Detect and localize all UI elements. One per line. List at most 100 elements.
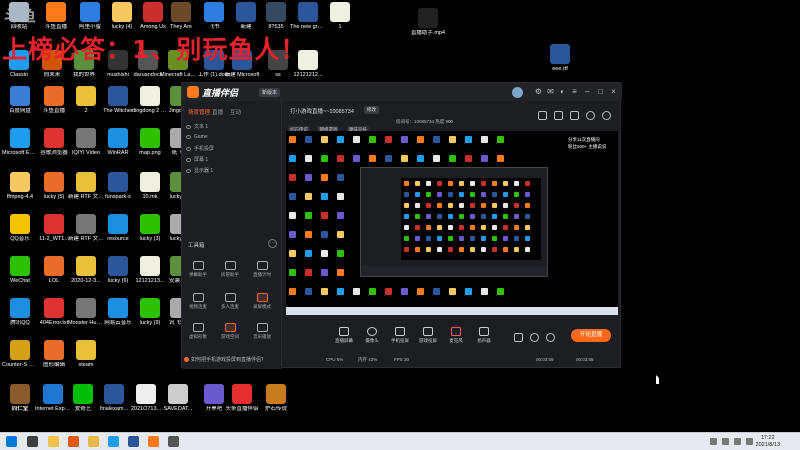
eye-icon[interactable] bbox=[186, 124, 191, 129]
settings-icon[interactable]: ⚙ bbox=[534, 87, 543, 96]
desktop-icon[interactable]: 阿里小蜜 bbox=[72, 2, 108, 31]
desktop-icon[interactable]: 飞书 bbox=[196, 2, 232, 31]
tool-danmaku[interactable]: 弹幕助手 bbox=[184, 261, 212, 278]
office-icon[interactable] bbox=[68, 436, 79, 447]
skin-icon[interactable]: ◐ bbox=[558, 87, 567, 96]
camera-button[interactable]: 摄像头 bbox=[360, 327, 384, 344]
eye-icon[interactable] bbox=[186, 157, 191, 162]
menu-icon[interactable]: ≡ bbox=[570, 87, 579, 96]
desktop-icon[interactable]: Monster Hunter... bbox=[68, 298, 104, 327]
layout-icon[interactable] bbox=[514, 333, 523, 342]
desktop-icon[interactable]: resource bbox=[100, 214, 136, 243]
ime-icon[interactable] bbox=[746, 438, 753, 445]
desktop-icon[interactable]: lucky (5) bbox=[36, 172, 72, 201]
desktop-icon[interactable]: 炉石传说 bbox=[258, 384, 294, 413]
desktop-icon[interactable]: 8?535 bbox=[258, 2, 294, 31]
desktop-icon[interactable]: funspark-s bbox=[100, 172, 136, 201]
desktop-icon[interactable]: 斗鱼直播 bbox=[38, 2, 74, 31]
desktop-icon[interactable]: steam bbox=[68, 340, 104, 369]
desktop-icon[interactable]: QQ音乐 bbox=[2, 214, 38, 243]
desktop-icon[interactable]: The new green rev... bbox=[290, 2, 326, 31]
desktop-icon[interactable]: WeChat bbox=[2, 256, 38, 285]
eye-icon[interactable] bbox=[530, 333, 539, 342]
avatar[interactable] bbox=[512, 87, 523, 98]
stats-icon[interactable] bbox=[570, 111, 579, 120]
desktop-icon[interactable]: They Are bbox=[163, 2, 199, 31]
screen-capture-button[interactable]: 直播屏幕 bbox=[332, 327, 356, 344]
maximize-icon[interactable]: □ bbox=[596, 87, 605, 96]
microphone-button[interactable]: 麦克风 bbox=[444, 327, 468, 344]
tab-live[interactable]: 直播 bbox=[212, 108, 223, 116]
app-icon[interactable] bbox=[168, 436, 179, 447]
tab-scene[interactable]: 场景管理 bbox=[188, 108, 210, 116]
more-icon[interactable] bbox=[602, 111, 611, 120]
screenshot-icon[interactable] bbox=[554, 111, 563, 120]
task-view-icon[interactable] bbox=[27, 436, 38, 447]
desktop-icon[interactable]: finalexam... bbox=[96, 384, 132, 413]
start-live-button[interactable]: 开始直播 bbox=[571, 329, 611, 342]
version-badge[interactable]: 新版本 bbox=[259, 88, 281, 97]
notice-link[interactable]: 如何把手机游戏投屏到直播伴侣？ bbox=[184, 356, 266, 363]
eye-icon[interactable] bbox=[186, 168, 191, 173]
desktop-icon[interactable]: 1 bbox=[322, 2, 358, 31]
tool-multi-link[interactable]: 多人连麦 bbox=[216, 293, 244, 310]
start-icon[interactable] bbox=[6, 436, 17, 447]
room-edit-button[interactable]: 修改 bbox=[364, 106, 379, 114]
tool-record[interactable]: 录屏模式 bbox=[248, 293, 276, 310]
eye-icon[interactable] bbox=[186, 134, 191, 139]
tool-avatar[interactable]: 虚拟形象 bbox=[184, 323, 212, 340]
tool-music[interactable]: 音乐播放 bbox=[248, 323, 276, 340]
desktop-icon[interactable]: 回收站 bbox=[1, 2, 37, 31]
desktop-icon[interactable]: 11-2_WT1... bbox=[36, 214, 72, 243]
desktop-icon[interactable]: 图形编辑 bbox=[36, 340, 72, 369]
phone-cast-button[interactable]: 手机投屏 bbox=[388, 327, 412, 344]
desktop-icon[interactable]: IQIYI Video bbox=[68, 128, 104, 157]
file-explorer-icon[interactable] bbox=[48, 436, 59, 447]
desktop-icon[interactable]: eee.rtf bbox=[542, 44, 578, 73]
message-icon[interactable]: ✉ bbox=[546, 87, 555, 96]
desktop-icon[interactable]: 头条直播伴侣 bbox=[224, 384, 260, 413]
desktop-icon[interactable]: ffmpeg-4.4 bbox=[2, 172, 38, 201]
desktop-icon[interactable]: 斗鱼直播 bbox=[36, 86, 72, 115]
desktop-icon[interactable]: 谷歌浏览器 bbox=[36, 128, 72, 157]
tool-video-link[interactable]: 视频连麦 bbox=[184, 293, 212, 310]
game-cast-button[interactable]: 游戏投屏 bbox=[416, 327, 440, 344]
scene-item[interactable]: Game bbox=[186, 134, 274, 143]
word-icon[interactable] bbox=[128, 436, 139, 447]
desktop-icon[interactable]: 网易云音乐 bbox=[100, 298, 136, 327]
scene-item[interactable]: 文本 1 bbox=[186, 123, 274, 132]
toolbox-more-button[interactable]: ··· bbox=[268, 239, 277, 248]
desktop-icon[interactable]: 百度网盘 bbox=[2, 86, 38, 115]
edge-icon[interactable] bbox=[108, 436, 119, 447]
volume-icon[interactable] bbox=[734, 438, 741, 445]
network-icon[interactable] bbox=[722, 438, 729, 445]
desktop-icon[interactable]: SAVEDAT... bbox=[160, 384, 196, 413]
scene-item[interactable]: 显示器 1 bbox=[186, 167, 274, 176]
clock[interactable]: 17:22 2021/8/13 bbox=[756, 435, 780, 449]
gear-icon[interactable] bbox=[546, 333, 555, 342]
speaker-button[interactable]: 扬声器 bbox=[472, 327, 496, 344]
tool-timer[interactable]: 直播计时 bbox=[248, 261, 276, 278]
desktop-icon[interactable]: Microsoft Edge bbox=[2, 128, 38, 157]
desktop-icon[interactable]: lucky (6) bbox=[100, 256, 136, 285]
scene-item[interactable]: 屏幕 1 bbox=[186, 156, 274, 165]
tray-arrow-icon[interactable] bbox=[710, 438, 717, 445]
stream-preview[interactable]: 分享11次直播间 粉丝500+ 主播说说 bbox=[286, 131, 618, 315]
scene-item[interactable]: 手机投屏 bbox=[186, 145, 274, 154]
desktop-icon[interactable]: The Witcher bbox=[100, 86, 136, 115]
desktop-icon[interactable]: 同仁堂 bbox=[2, 384, 38, 413]
desktop-icon[interactable]: 2 bbox=[68, 86, 104, 115]
close-icon[interactable]: × bbox=[609, 87, 618, 96]
desktop-icon[interactable]: 2021O713... bbox=[128, 384, 164, 413]
desktop-icon[interactable]: 新建 RTF 文档.rtf bbox=[68, 172, 104, 201]
share-out-icon[interactable] bbox=[586, 111, 595, 120]
desktop-icon[interactable]: 腾讯QQ bbox=[2, 298, 38, 327]
desktop-icon[interactable]: WinRAR bbox=[100, 128, 136, 157]
tool-game-space[interactable]: 游戏空间 bbox=[216, 323, 244, 340]
share-icon[interactable] bbox=[538, 111, 547, 120]
desktop-icon[interactable]: 2020-12-3... bbox=[68, 256, 104, 285]
desktop-icon[interactable]: 404Error.txt bbox=[36, 298, 72, 327]
chrome-icon[interactable] bbox=[88, 436, 99, 447]
minimize-icon[interactable]: – bbox=[583, 87, 592, 96]
tool-room-admin[interactable]: 房管助手 bbox=[216, 261, 244, 278]
